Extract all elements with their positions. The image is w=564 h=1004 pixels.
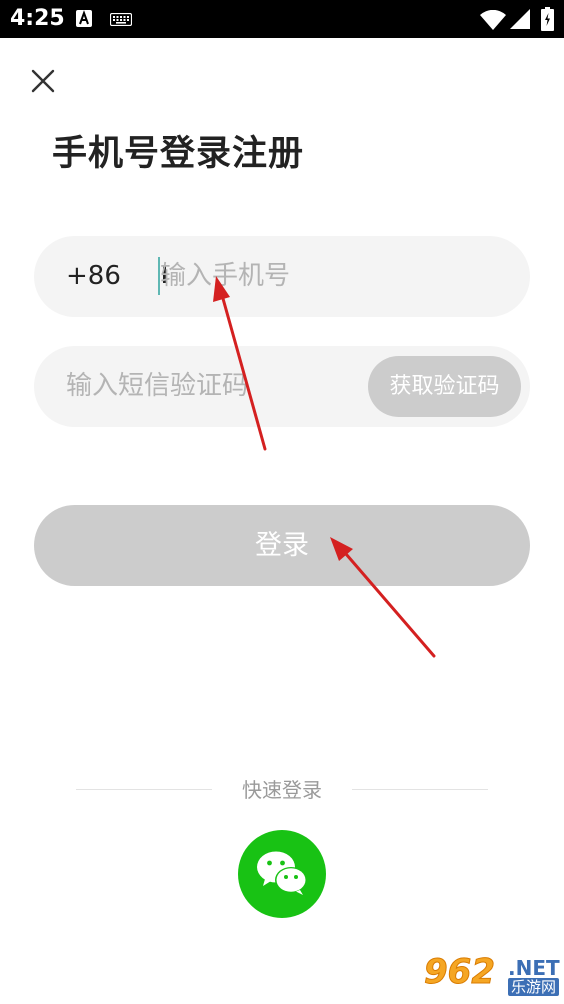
- signal-icon: [510, 9, 530, 29]
- page-title: 手机号登录注册: [52, 134, 305, 174]
- get-code-button[interactable]: 获取验证码: [368, 356, 521, 417]
- wechat-login-button[interactable]: [238, 830, 326, 918]
- keyboard-icon: [110, 13, 132, 26]
- sms-code-field[interactable]: 获取验证码: [34, 346, 530, 427]
- battery-icon: [541, 7, 554, 31]
- sms-code-input[interactable]: [66, 365, 356, 407]
- status-time: 4:25: [10, 6, 65, 31]
- close-icon[interactable]: [28, 66, 58, 96]
- divider-left: [76, 789, 212, 790]
- watermark-main: 962: [424, 952, 496, 993]
- login-button[interactable]: 登录: [34, 505, 530, 586]
- wechat-icon: [257, 851, 307, 895]
- country-code[interactable]: +86: [66, 260, 121, 292]
- wifi-icon: [480, 10, 506, 30]
- watermark-net: .NET: [508, 956, 560, 980]
- watermark-sub: 乐游网: [508, 978, 560, 996]
- phone-field[interactable]: +86: [34, 236, 530, 317]
- status-bar: 4:25: [0, 0, 564, 38]
- quick-login-label: 快速登录: [242, 778, 322, 802]
- divider-right: [352, 789, 488, 790]
- accessibility-a-icon: [76, 10, 92, 27]
- phone-input[interactable]: [160, 255, 500, 297]
- site-watermark-logo: 962 .NET 乐游网: [424, 952, 560, 1000]
